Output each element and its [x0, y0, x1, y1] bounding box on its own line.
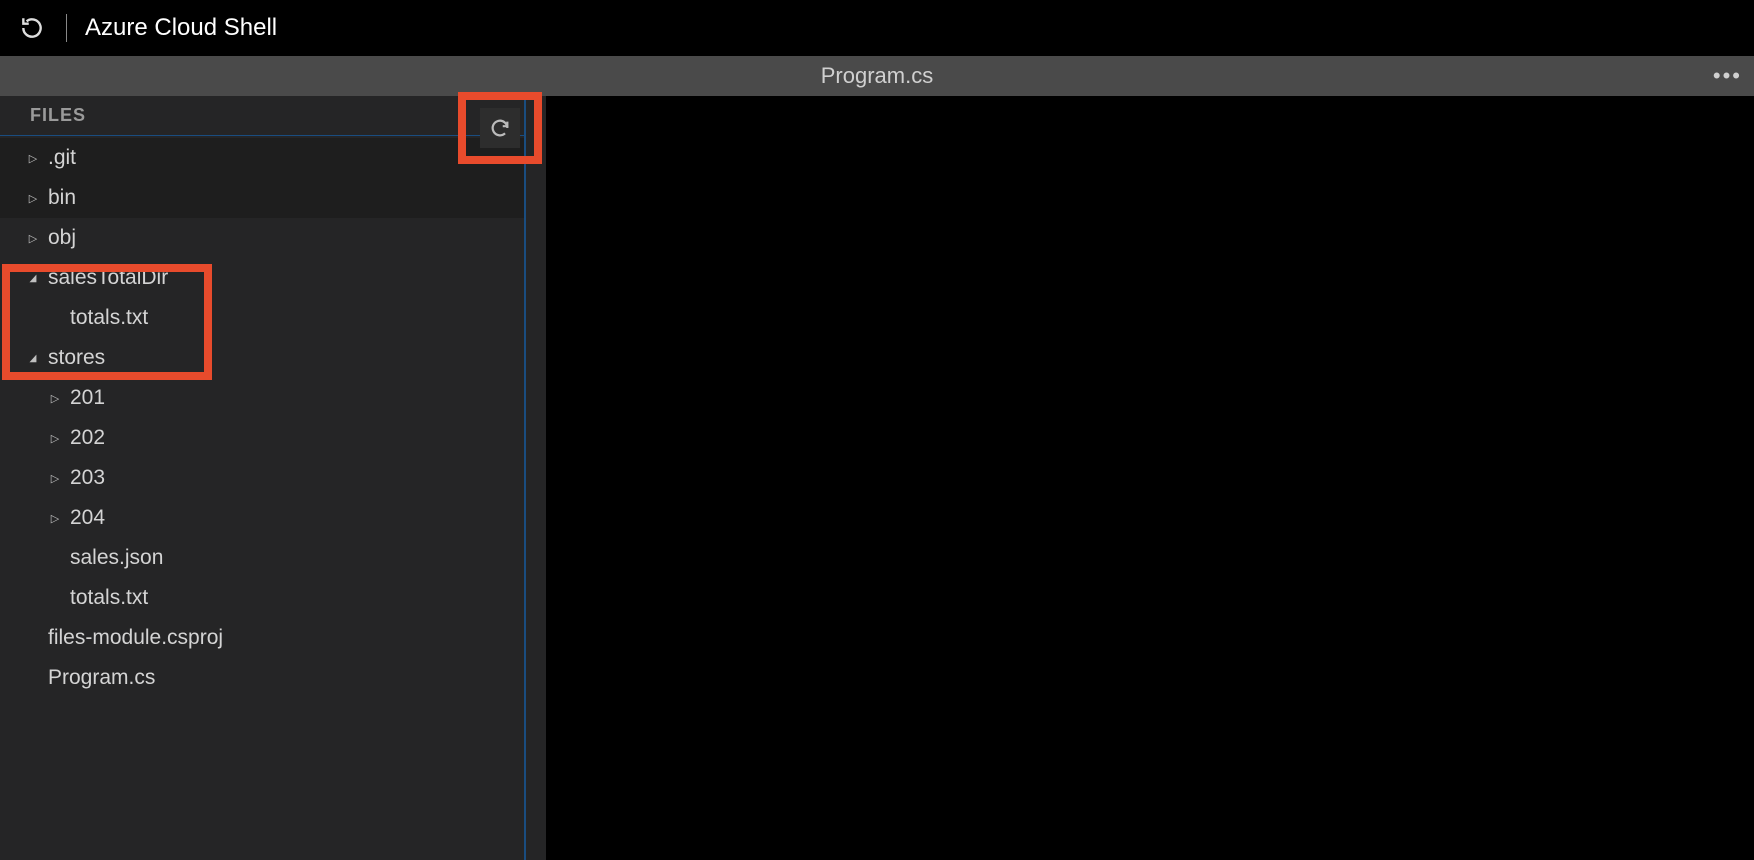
- chevron-right-icon: ▷: [24, 192, 42, 205]
- tab-title[interactable]: Program.cs: [821, 63, 933, 89]
- tree-item-label: Program.cs: [48, 666, 155, 690]
- tree-item-label: 203: [70, 466, 105, 490]
- tab-more-button[interactable]: •••: [1713, 63, 1742, 89]
- tree-item-label: files-module.csproj: [48, 626, 223, 650]
- file-explorer-sidebar: FILES ▷ .git ▷ bin ▷ obj ◢ salesTotalDir totals.…: [0, 96, 526, 860]
- tree-item-label: .git: [48, 146, 76, 170]
- tree-item-obj[interactable]: ▷ obj: [0, 218, 524, 258]
- tree-item-label: 204: [70, 506, 105, 530]
- tree-item-label: 201: [70, 386, 105, 410]
- files-refresh-button[interactable]: [480, 108, 520, 148]
- tree-item-label: totals.txt: [70, 306, 148, 330]
- tree-item-bin[interactable]: ▷ bin: [0, 178, 524, 218]
- tree-item-salestotaldir[interactable]: ◢ salesTotalDir: [0, 258, 524, 298]
- tree-item-stores[interactable]: ◢ stores: [0, 338, 524, 378]
- tree-item-label: salesTotalDir: [48, 266, 168, 290]
- files-panel-label: FILES: [30, 105, 86, 126]
- tree-item-program-cs[interactable]: Program.cs: [0, 658, 524, 698]
- chevron-right-icon: ▷: [24, 232, 42, 245]
- tree-item-label: obj: [48, 226, 76, 250]
- main-area: FILES ▷ .git ▷ bin ▷ obj ◢ salesTotalDir totals.…: [0, 96, 1754, 860]
- files-panel-header: FILES: [0, 96, 524, 136]
- tree-item-201[interactable]: ▷ 201: [0, 378, 524, 418]
- tree-item-label: bin: [48, 186, 76, 210]
- app-header: Azure Cloud Shell: [0, 0, 1754, 56]
- header-refresh-button[interactable]: [16, 12, 48, 44]
- tree-item-label: stores: [48, 346, 105, 370]
- tree-item-204[interactable]: ▷ 204: [0, 498, 524, 538]
- chevron-right-icon: ▷: [46, 472, 64, 485]
- tree-item-label: sales.json: [70, 546, 163, 570]
- chevron-down-icon: ◢: [25, 353, 41, 364]
- tree-item-sales-json[interactable]: sales.json: [0, 538, 524, 578]
- tab-bar: Program.cs •••: [0, 56, 1754, 96]
- chevron-right-icon: ▷: [24, 152, 42, 165]
- editor-gutter: [532, 96, 546, 860]
- tree-item-label: 202: [70, 426, 105, 450]
- file-tree[interactable]: ▷ .git ▷ bin ▷ obj ◢ salesTotalDir totals.txt ◢ st…: [0, 136, 524, 860]
- tree-item--git[interactable]: ▷ .git: [0, 138, 524, 178]
- chevron-down-icon: ◢: [25, 273, 41, 284]
- refresh-icon: [489, 117, 511, 139]
- chevron-right-icon: ▷: [46, 512, 64, 525]
- tree-item-totals-txt[interactable]: totals.txt: [0, 578, 524, 618]
- editor-area[interactable]: [526, 96, 1754, 860]
- tree-item-files-module-csproj[interactable]: files-module.csproj: [0, 618, 524, 658]
- tree-item-203[interactable]: ▷ 203: [0, 458, 524, 498]
- tree-item-label: totals.txt: [70, 586, 148, 610]
- refresh-icon: [19, 15, 45, 41]
- app-title: Azure Cloud Shell: [85, 14, 277, 42]
- header-divider: [66, 14, 67, 42]
- tree-item-202[interactable]: ▷ 202: [0, 418, 524, 458]
- tree-item-totals-txt[interactable]: totals.txt: [0, 298, 524, 338]
- chevron-right-icon: ▷: [46, 432, 64, 445]
- chevron-right-icon: ▷: [46, 392, 64, 405]
